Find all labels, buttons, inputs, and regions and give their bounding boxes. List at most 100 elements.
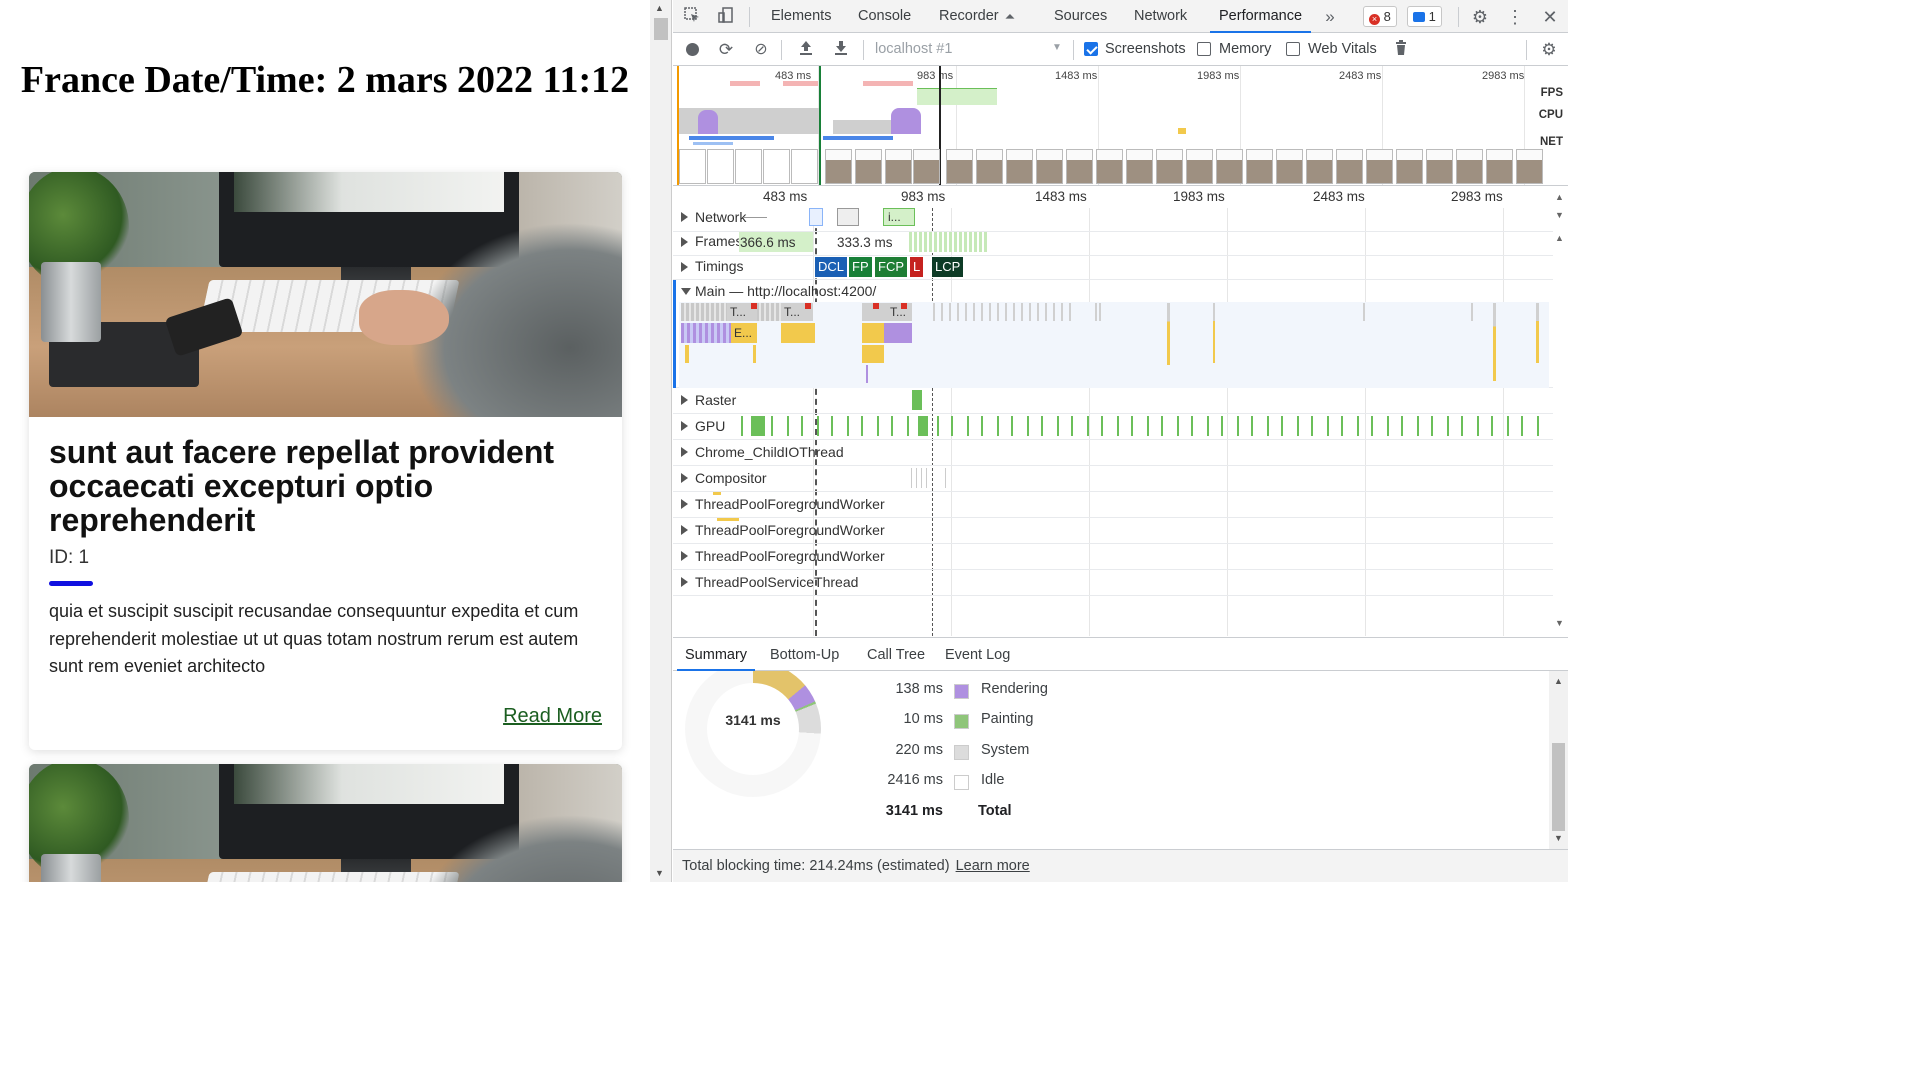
gpu-track[interactable]: GPU: [673, 414, 1553, 440]
expand-arrow-icon[interactable]: [681, 237, 688, 247]
inspect-element-icon[interactable]: [681, 6, 703, 28]
child-io-thread-track[interactable]: Chrome_ChildIOThread: [673, 440, 1553, 466]
expand-arrow-icon[interactable]: [681, 473, 688, 483]
record-icon[interactable]: [682, 40, 702, 60]
collapse-arrow-icon[interactable]: [681, 288, 691, 295]
fcp-marker[interactable]: FCP: [875, 257, 907, 277]
errors-count: 8: [1383, 9, 1391, 24]
more-tabs-chevron-icon[interactable]: »: [1319, 6, 1341, 28]
learn-more-link[interactable]: Learn more: [956, 858, 1030, 874]
tab-console[interactable]: Console: [858, 0, 911, 33]
memory-checkbox[interactable]: [1197, 42, 1211, 56]
message-icon: [1413, 12, 1425, 22]
summary-row: 138 ms Rendering: [853, 681, 1273, 701]
summary-donut-chart: [685, 671, 821, 797]
messages-badge[interactable]: 1: [1407, 6, 1442, 27]
tab-event-log[interactable]: Event Log: [945, 638, 1010, 671]
scroll-down-arrow-icon[interactable]: ▼: [655, 868, 664, 878]
garbage-collect-icon[interactable]: [1391, 40, 1411, 60]
lcp-marker[interactable]: LCP: [932, 257, 964, 277]
expand-arrow-icon[interactable]: [681, 525, 688, 535]
fp-marker[interactable]: FP: [849, 257, 872, 277]
tab-sources[interactable]: Sources: [1054, 0, 1107, 33]
pool-worker-label-1: ThreadPoolForegroundWorker: [695, 496, 885, 512]
timings-track[interactable]: Timings DCL FP FCP L LCP: [673, 256, 1553, 280]
scroll-down-arrow-icon[interactable]: ▼: [1555, 210, 1564, 220]
download-profile-icon[interactable]: [831, 40, 851, 60]
kebab-menu-icon[interactable]: ⋮: [1504, 6, 1526, 28]
expand-arrow-icon[interactable]: [681, 212, 688, 222]
read-more-link[interactable]: Read More: [49, 705, 602, 728]
screenshots-checkbox[interactable]: [1084, 42, 1098, 56]
tab-performance[interactable]: Performance: [1210, 0, 1312, 33]
profile-target-select[interactable]: localhost #1: [875, 41, 952, 57]
timings-track-label: Timings: [695, 258, 744, 274]
page-scrollbar-thumb[interactable]: [654, 18, 668, 40]
device-toolbar-icon[interactable]: [715, 6, 737, 28]
summary-scrollbar[interactable]: ▲ ▼: [1549, 671, 1568, 849]
pool-worker-track-1[interactable]: ThreadPoolForegroundWorker: [673, 492, 1553, 518]
expand-arrow-icon[interactable]: [681, 421, 688, 431]
expand-arrow-icon[interactable]: [681, 551, 688, 561]
settings-gear-icon[interactable]: ⚙: [1469, 6, 1491, 28]
expand-arrow-icon[interactable]: [681, 577, 688, 587]
tab-network[interactable]: Network: [1134, 0, 1187, 33]
frames-track-label: Frames: [695, 233, 743, 249]
scroll-up-arrow-icon[interactable]: ▲: [1555, 192, 1564, 202]
summary-scrollbar-thumb[interactable]: [1552, 743, 1565, 831]
tab-elements[interactable]: Elements: [771, 0, 831, 33]
network-track[interactable]: Network i...: [673, 208, 1553, 232]
ruler-tick: 2483 ms: [1313, 189, 1365, 204]
page-scrollbar[interactable]: ▲ ▼: [650, 0, 672, 882]
expand-arrow-icon[interactable]: [681, 447, 688, 457]
flame-chart[interactable]: Network i... Frames 366.6 ms 333.3 ms Ti…: [673, 208, 1553, 636]
ruler-tick: 1483 ms: [1035, 189, 1087, 204]
tab-bottom-up[interactable]: Bottom-Up: [770, 638, 839, 671]
summary-value: 138 ms: [895, 681, 943, 697]
clear-icon[interactable]: ⊘: [751, 40, 771, 60]
overview-tick: 1483 ms: [1055, 70, 1098, 82]
dcl-marker[interactable]: DCL: [815, 257, 848, 277]
summary-total-value: 3141 ms: [885, 803, 943, 819]
tab-recorder[interactable]: Recorder: [939, 0, 999, 33]
web-vitals-checkbox[interactable]: [1286, 42, 1300, 56]
tab-summary[interactable]: Summary: [677, 638, 756, 671]
tab-call-tree[interactable]: Call Tree: [867, 638, 925, 671]
main-thread-track[interactable]: Main — http://localhost:4200/ T... T... …: [673, 280, 1553, 388]
raster-track[interactable]: Raster: [673, 388, 1553, 414]
post-card: sunt aut facere repellat provident occae…: [29, 172, 622, 750]
scroll-up-arrow-icon[interactable]: ▲: [1555, 233, 1564, 243]
summary-label: Rendering: [981, 681, 1048, 697]
expand-arrow-icon[interactable]: [681, 262, 688, 272]
reload-record-icon[interactable]: ⟳: [716, 40, 736, 60]
pool-worker-track-3[interactable]: ThreadPoolForegroundWorker: [673, 544, 1553, 570]
load-marker[interactable]: L: [910, 257, 924, 277]
scroll-down-arrow-icon[interactable]: ▼: [1555, 618, 1564, 628]
flame-ruler: 483 ms 983 ms 1483 ms 1983 ms 2483 ms 29…: [673, 186, 1553, 208]
network-request-item[interactable]: i...: [883, 208, 915, 226]
expand-arrow-icon[interactable]: [681, 395, 688, 405]
ruler-tick: 983 ms: [901, 189, 946, 204]
donut-total: 3141 ms: [725, 712, 781, 728]
ruler-tick: 2983 ms: [1451, 189, 1503, 204]
capture-settings-gear-icon[interactable]: ⚙: [1539, 40, 1559, 60]
compositor-track[interactable]: Compositor: [673, 466, 1553, 492]
page-title: France Date/Time: 2 mars 2022 11:12: [20, 59, 630, 101]
flame-scrollbar[interactable]: ▲ ▼ ▲ ▼: [1553, 186, 1568, 636]
upload-profile-icon[interactable]: [796, 40, 816, 60]
evaluate-script-block[interactable]: E...: [731, 323, 757, 343]
expand-arrow-icon[interactable]: [681, 499, 688, 509]
network-track-label: Network: [695, 209, 747, 225]
main-thread-label: Main — http://localhost:4200/: [695, 283, 877, 299]
pool-worker-track-2[interactable]: ThreadPoolForegroundWorker: [673, 518, 1553, 544]
timeline-overview[interactable]: 483 ms 983 ms 1483 ms 1983 ms 2483 ms 29…: [673, 66, 1568, 186]
errors-badge[interactable]: × 8: [1363, 6, 1397, 27]
scroll-up-arrow-icon[interactable]: ▲: [655, 3, 664, 13]
frames-track[interactable]: Frames 366.6 ms 333.3 ms: [673, 232, 1553, 256]
scroll-down-arrow-icon[interactable]: ▼: [1554, 833, 1563, 843]
close-devtools-icon[interactable]: ✕: [1539, 6, 1561, 28]
child-io-thread-label: Chrome_ChildIOThread: [695, 444, 844, 460]
scroll-up-arrow-icon[interactable]: ▲: [1554, 676, 1563, 686]
target-dropdown-chevron-icon[interactable]: ▼: [1052, 42, 1062, 53]
service-thread-track[interactable]: ThreadPoolServiceThread: [673, 570, 1553, 596]
